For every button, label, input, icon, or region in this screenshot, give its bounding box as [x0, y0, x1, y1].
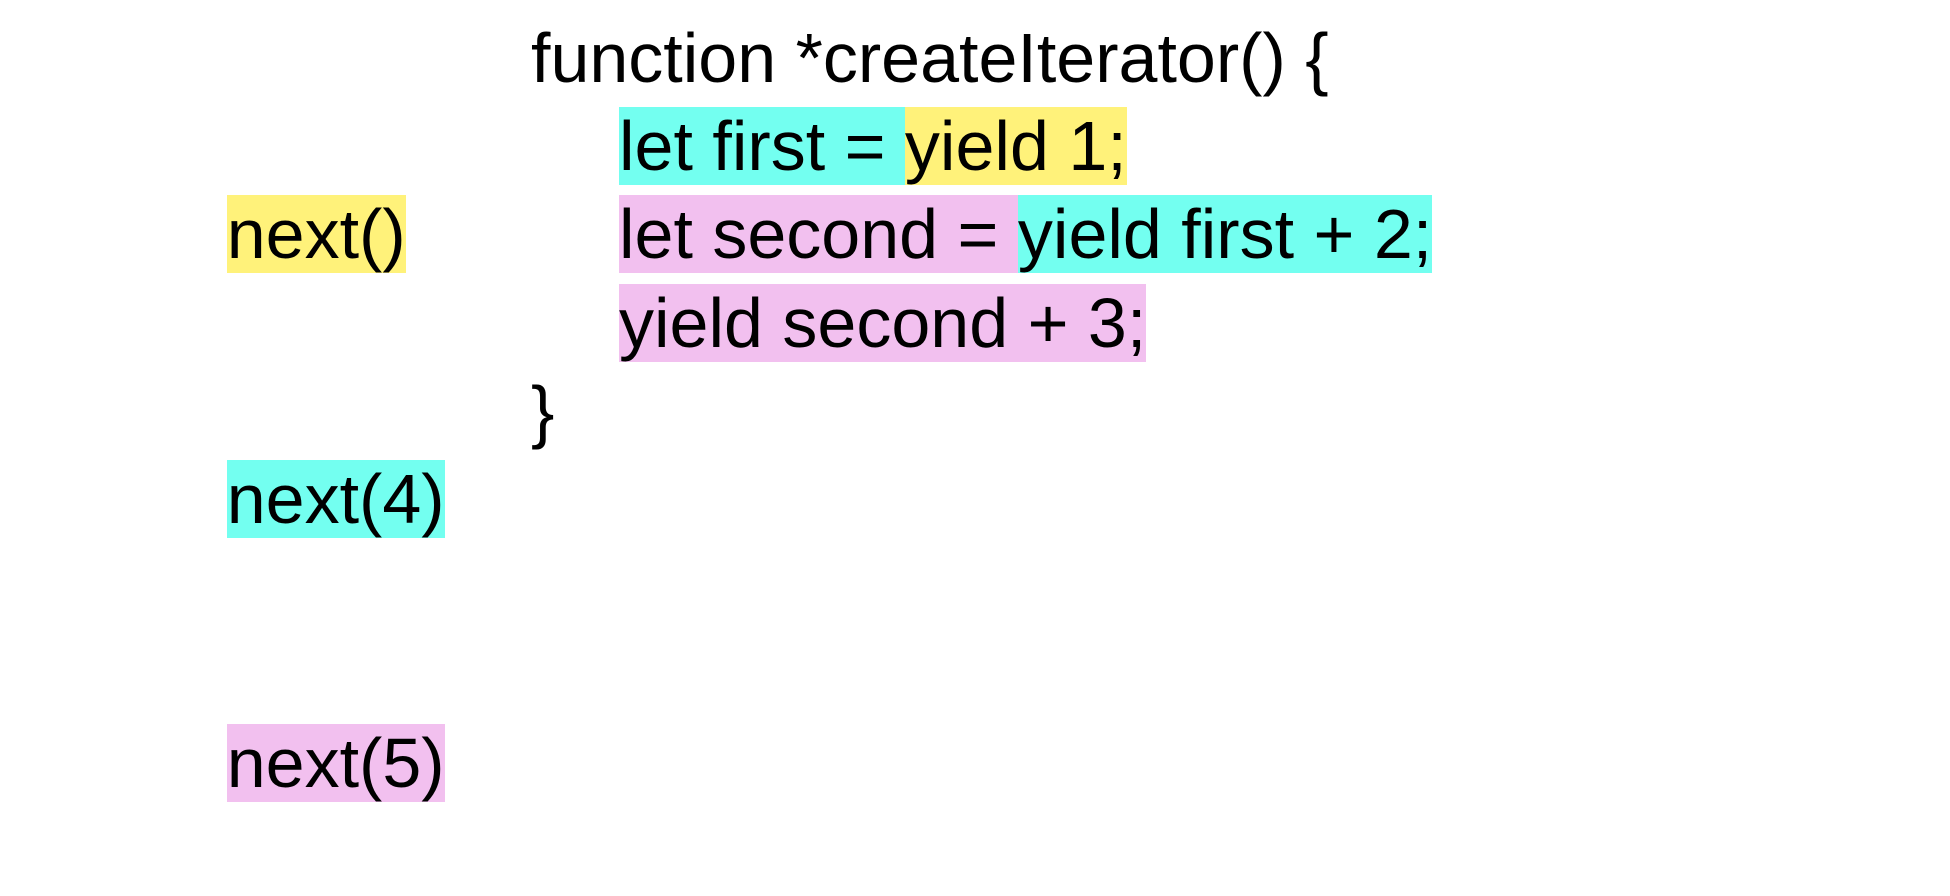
- code-line-5-text: }: [531, 372, 554, 450]
- code-line-2-yield: yield 1;: [905, 107, 1127, 185]
- generator-code: function *createIterator() { let first =…: [531, 14, 1432, 455]
- diagram: next() next(4) next(5) function *createI…: [0, 0, 1950, 501]
- code-line-3-assign: let second =: [619, 195, 1018, 273]
- code-line-1: function *createIterator() {: [531, 14, 1432, 102]
- iterator-calls-column: next() next(4) next(5): [110, 102, 445, 896]
- code-line-2: let first = yield 1;: [531, 102, 1432, 190]
- call-1: next(): [110, 102, 445, 367]
- call-2: next(4): [110, 367, 445, 632]
- call-3-label: next(5): [227, 724, 445, 802]
- call-2-label: next(4): [227, 460, 445, 538]
- code-line-4-yield: yield second + 3;: [619, 284, 1146, 362]
- call-1-label: next(): [227, 195, 406, 273]
- code-line-4: yield second + 3;: [531, 279, 1432, 367]
- code-line-3-yield: yield first + 2;: [1018, 195, 1432, 273]
- code-line-2-assign: let first =: [619, 107, 905, 185]
- code-line-5: }: [531, 367, 1432, 455]
- code-line-3: let second = yield first + 2;: [531, 190, 1432, 278]
- call-3: next(5): [110, 631, 445, 896]
- code-line-1-text: function *createIterator() {: [531, 19, 1329, 97]
